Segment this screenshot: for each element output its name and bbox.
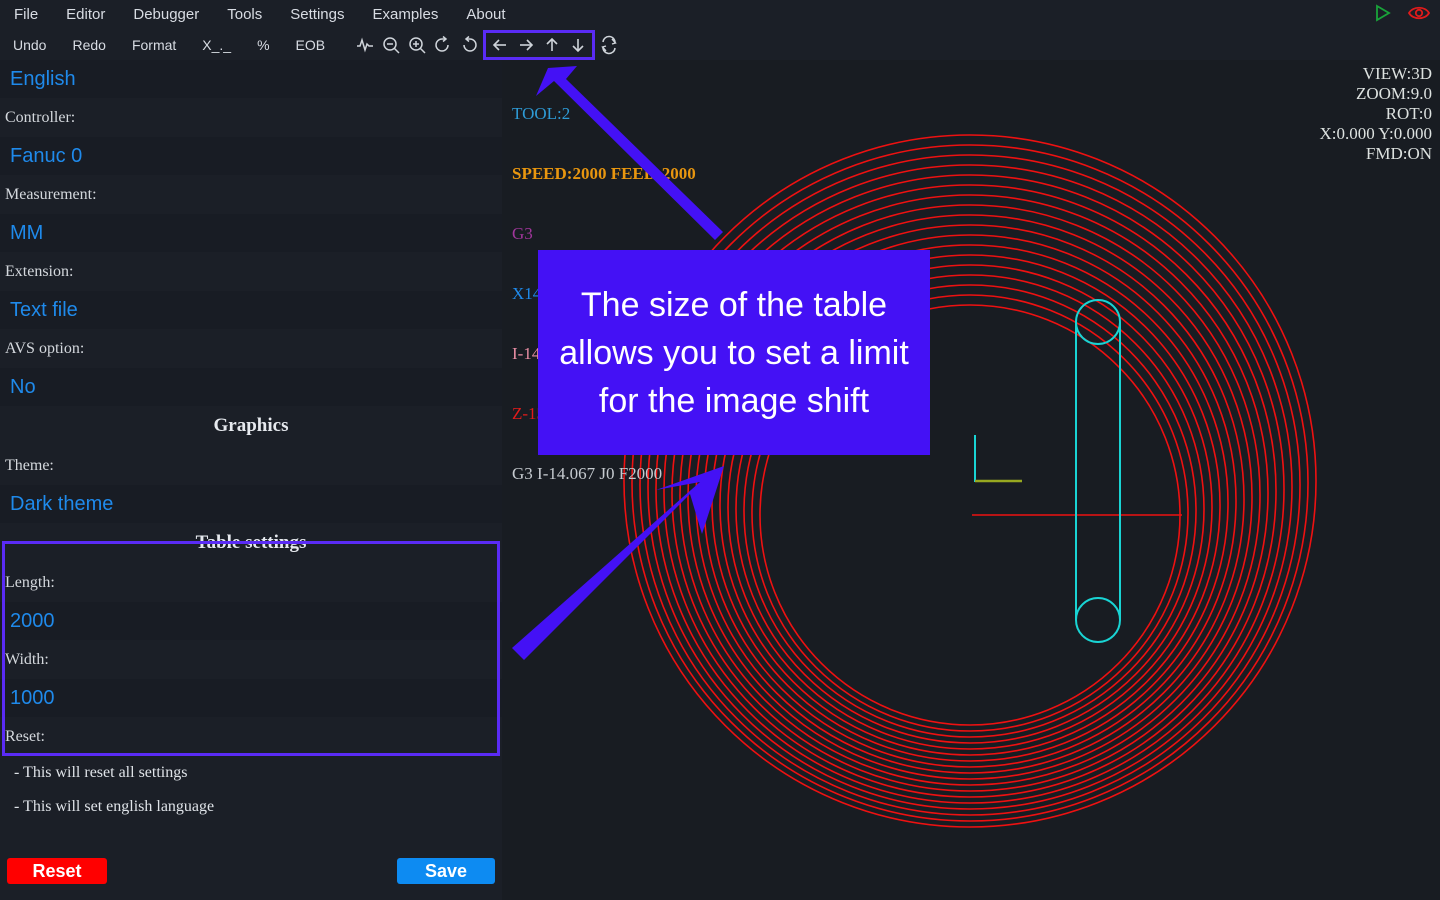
gcode-line-tool: TOOL:2 xyxy=(512,104,571,123)
info-xy: X:0.000 Y:0.000 xyxy=(1319,124,1432,143)
measurement-label: Measurement: xyxy=(5,185,97,203)
waveform-icon[interactable] xyxy=(352,32,378,58)
save-button[interactable]: Save xyxy=(397,858,495,884)
toolbar-percent[interactable]: % xyxy=(244,30,282,60)
graphics-viewport[interactable]: TOOL:2 SPEED:2000 FEED:2000 G3 X14.067 J… xyxy=(502,60,1440,900)
toolbar-redo[interactable]: Redo xyxy=(59,30,118,60)
zoom-in-icon[interactable] xyxy=(404,32,430,58)
callout-text: The size of the table allows you to set … xyxy=(559,285,909,420)
arrow-down-icon[interactable] xyxy=(565,32,591,58)
info-rot: ROT:0 xyxy=(1385,104,1432,123)
arrow-left-icon[interactable] xyxy=(487,32,513,58)
menu-tools[interactable]: Tools xyxy=(213,0,276,30)
menu-about[interactable]: About xyxy=(452,0,519,30)
avs-option-value[interactable]: No xyxy=(0,368,502,406)
settings-panel: English Controller: Fanuc 0 Measurement:… xyxy=(0,60,502,900)
measurement-value[interactable]: MM xyxy=(0,214,502,252)
menu-examples[interactable]: Examples xyxy=(358,0,452,30)
gcode-line-g3: G3 xyxy=(512,224,533,243)
menu-bar-right-icons xyxy=(1372,0,1431,30)
toolbar-icon-group xyxy=(352,30,622,60)
menu-debugger[interactable]: Debugger xyxy=(119,0,213,30)
toolbar-format[interactable]: Format xyxy=(119,30,189,60)
gcode-line-speed-feed: SPEED:2000 FEED:2000 xyxy=(512,164,696,183)
controller-label: Controller: xyxy=(5,108,76,126)
info-view: VIEW:3D xyxy=(1362,64,1432,83)
origin-marker-icon xyxy=(974,435,1022,483)
run-play-icon[interactable] xyxy=(1372,3,1392,28)
controller-value[interactable]: Fanuc 0 xyxy=(0,137,502,175)
pan-arrow-group xyxy=(483,30,596,60)
eye-preview-icon[interactable] xyxy=(1407,3,1431,28)
view-info-overlay: VIEW:3D ZOOM:9.0 ROT:0 X:0.000 Y:0.000 F… xyxy=(1319,64,1432,164)
toolbar-decimal[interactable]: X_._ xyxy=(189,30,244,60)
refresh-icon[interactable] xyxy=(596,32,622,58)
avs-option-label: AVS option: xyxy=(5,339,85,357)
toolbar-eob[interactable]: EOB xyxy=(283,30,339,60)
graphics-section-title: Graphics xyxy=(213,415,289,436)
theme-value[interactable]: Dark theme xyxy=(0,485,502,523)
menu-bar: File Editor Debugger Tools Settings Exam… xyxy=(0,0,1440,30)
app-root: File Editor Debugger Tools Settings Exam… xyxy=(0,0,1440,900)
table-settings-highlight xyxy=(2,541,500,756)
extension-value[interactable]: Text file xyxy=(0,291,502,329)
zoom-out-icon[interactable] xyxy=(378,32,404,58)
theme-label: Theme: xyxy=(5,456,54,474)
arrow-up-icon[interactable] xyxy=(539,32,565,58)
menu-settings[interactable]: Settings xyxy=(276,0,358,30)
reset-note-2: - This will set english language xyxy=(14,798,215,815)
reset-note-1: - This will reset all settings xyxy=(14,764,188,781)
menu-editor[interactable]: Editor xyxy=(52,0,119,30)
language-value[interactable]: English xyxy=(0,60,502,98)
toolpath-spiral xyxy=(623,134,1317,828)
toolbar-undo[interactable]: Undo xyxy=(0,30,59,60)
menu-file[interactable]: File xyxy=(0,0,52,30)
info-zoom: ZOOM:9.0 xyxy=(1355,84,1432,103)
toolbar: Undo Redo Format X_._ % EOB xyxy=(0,30,1440,60)
rotate-ccw-icon[interactable] xyxy=(430,32,456,58)
callout-box: The size of the table allows you to set … xyxy=(538,250,930,455)
extension-label: Extension: xyxy=(5,262,74,280)
reset-button[interactable]: Reset xyxy=(7,858,107,884)
rotate-cw-icon[interactable] xyxy=(456,32,482,58)
tool-shape-icon xyxy=(1075,299,1121,643)
arrow-right-icon[interactable] xyxy=(513,32,539,58)
gcode-line-full: G3 I-14.067 J0 F2000 xyxy=(512,464,663,483)
info-fmd: FMD:ON xyxy=(1365,144,1432,163)
